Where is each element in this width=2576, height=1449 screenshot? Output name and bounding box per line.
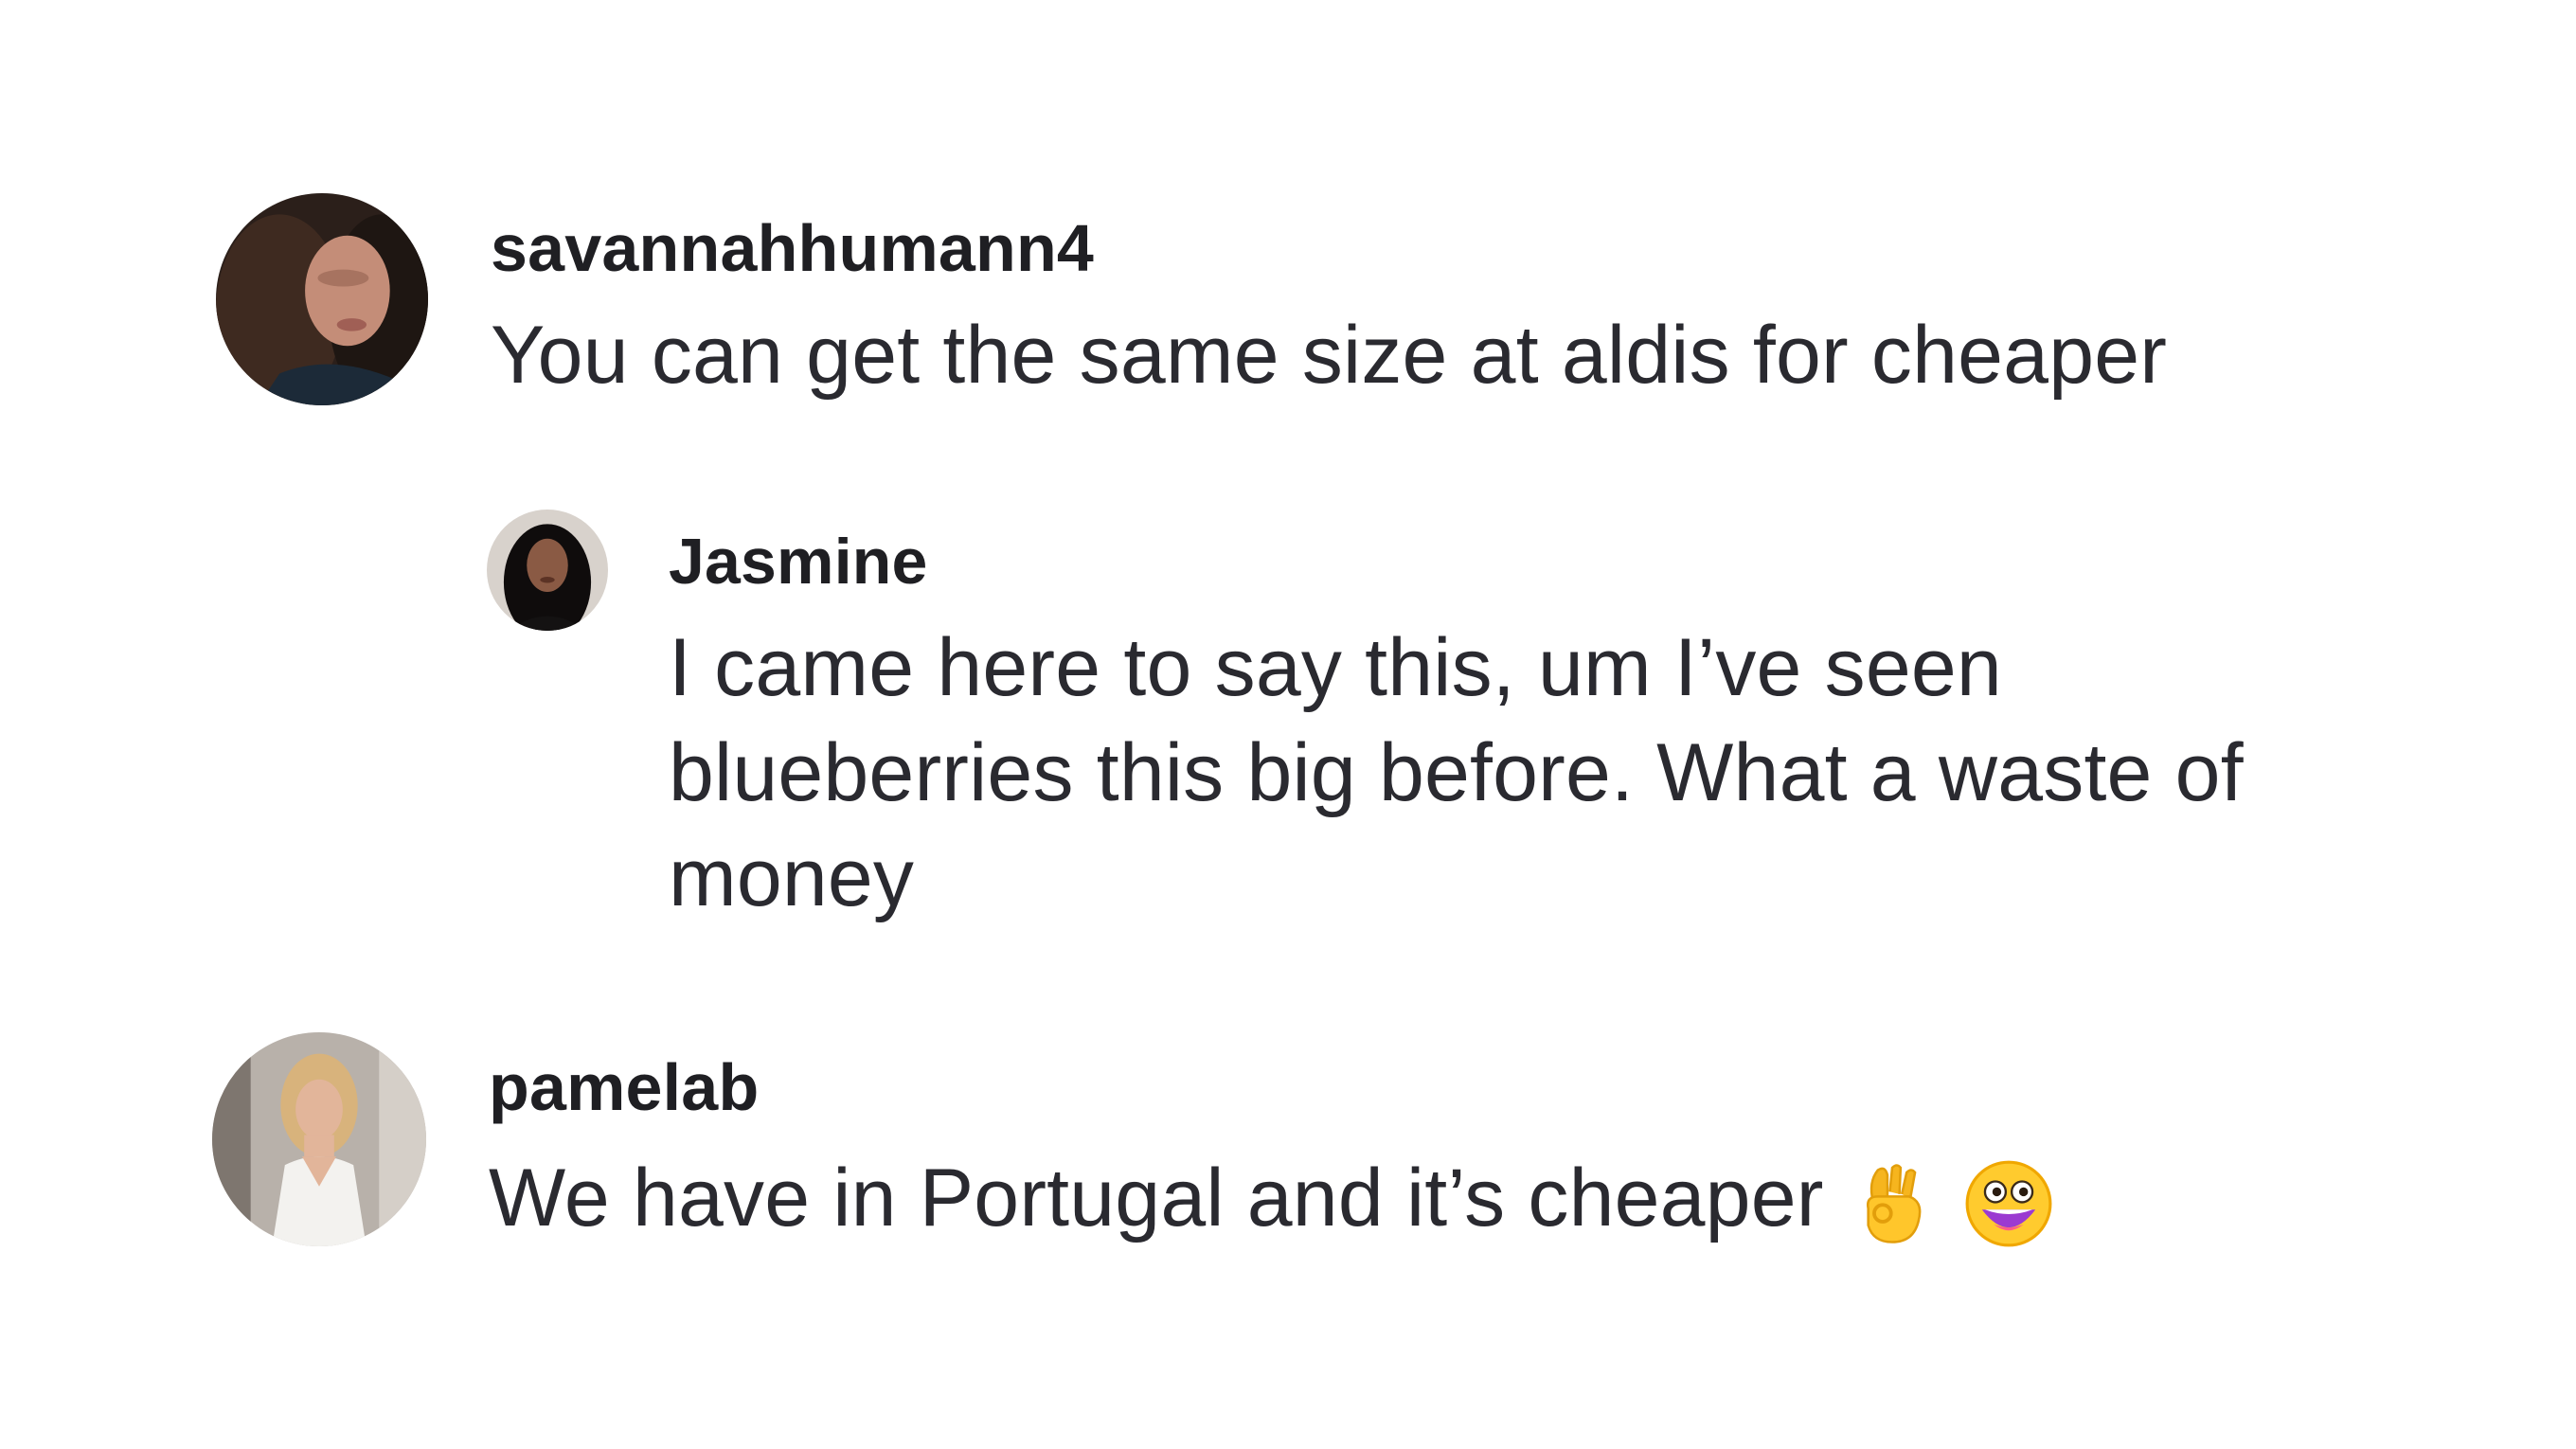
user-avatar-icon[interactable]: [212, 1032, 426, 1246]
username[interactable]: pamelab: [489, 1049, 759, 1125]
comments-screen: { "comments": [ { "username": "savannahh…: [0, 0, 2576, 1449]
comment-text: We have in Portugal and it’s cheaper: [489, 1146, 2053, 1250]
comment-pamelab: pamelab We have in Portugal and it’s che…: [0, 0, 2576, 1326]
grinning-face-emoji-icon: [1964, 1159, 2053, 1248]
ok-hand-emoji-icon: [1856, 1160, 1928, 1247]
